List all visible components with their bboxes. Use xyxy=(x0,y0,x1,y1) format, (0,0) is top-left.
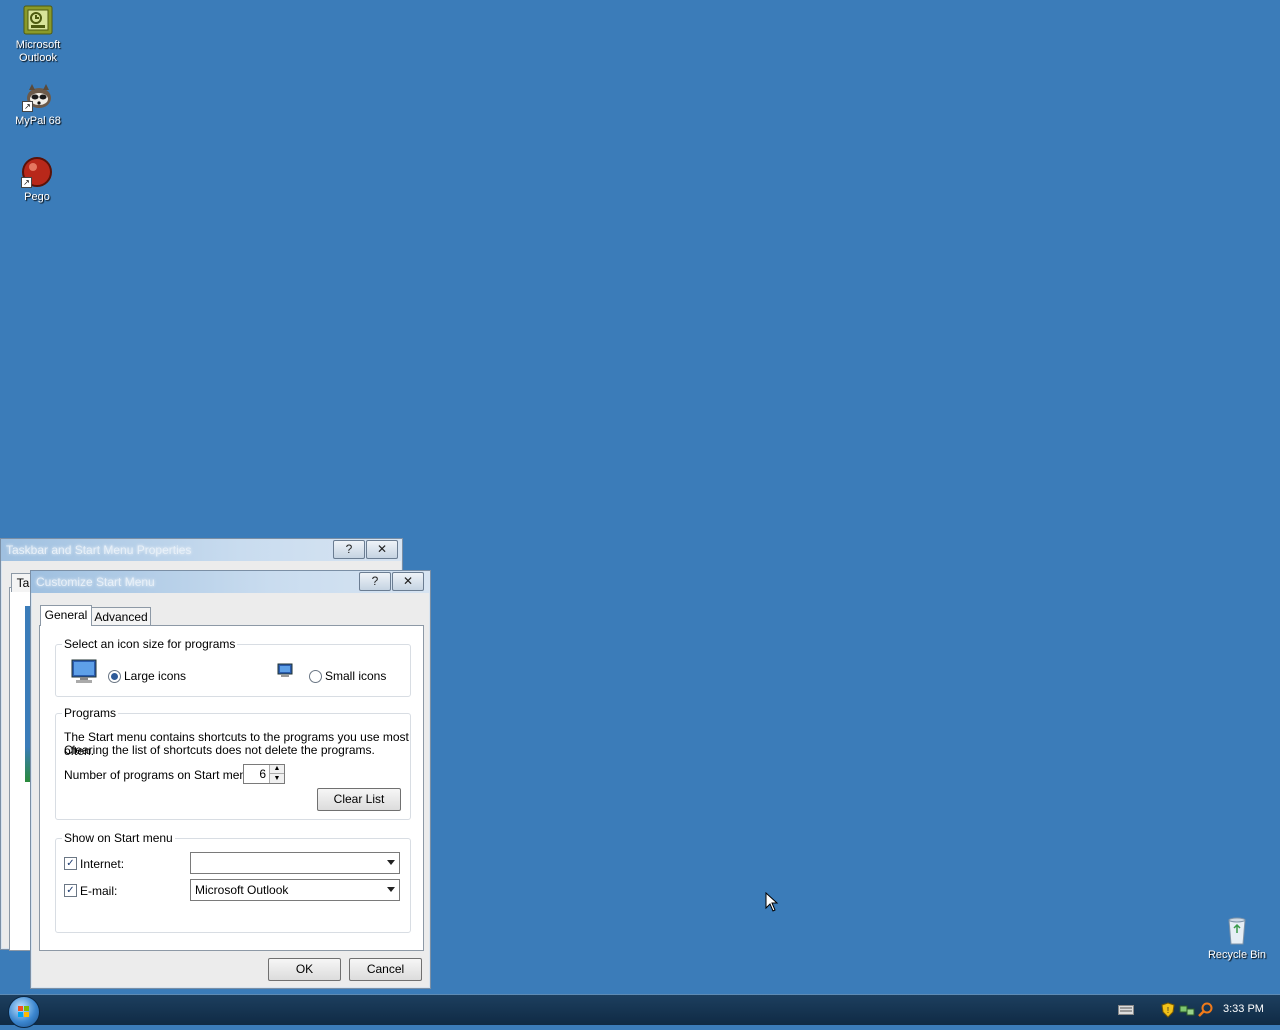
desktop-icon-mypal[interactable]: ↗ MyPal 68 xyxy=(0,80,76,128)
search-icon[interactable] xyxy=(1198,1002,1214,1021)
chevron-down-icon xyxy=(387,887,395,892)
large-icons-radio[interactable] xyxy=(108,670,121,683)
tab-advanced[interactable]: Advanced xyxy=(91,607,151,626)
internet-checkbox[interactable]: ✓ xyxy=(64,857,77,870)
recycle-bin-icon xyxy=(1221,914,1253,946)
group-label: Show on Start menu xyxy=(62,831,175,845)
small-icons-icon xyxy=(276,663,294,682)
desktop-icon-label: Recycle Bin xyxy=(1207,949,1267,961)
network-icon[interactable] xyxy=(1179,1002,1195,1021)
small-icons-radio[interactable] xyxy=(309,670,322,683)
start-button[interactable] xyxy=(8,996,40,1028)
shortcut-arrow-icon: ↗ xyxy=(21,177,32,188)
desktop-icon-outlook[interactable]: Microsoft Outlook xyxy=(0,4,76,65)
group-label: Programs xyxy=(62,706,119,720)
window-title: Taskbar and Start Menu Properties xyxy=(6,543,192,557)
mouse-cursor-icon xyxy=(765,891,779,915)
pego-icon: ↗ xyxy=(21,156,53,188)
cancel-button[interactable]: Cancel xyxy=(349,958,422,981)
clear-list-button[interactable]: Clear List xyxy=(317,788,401,811)
svg-text:!: ! xyxy=(1167,1006,1169,1015)
outlook-icon xyxy=(22,4,54,36)
programs-group: Programs The Start menu contains shortcu… xyxy=(55,706,411,820)
close-button[interactable]: ✕ xyxy=(392,572,424,591)
desktop-icon-label: Microsoft Outlook xyxy=(15,39,61,64)
desktop-icon-label: Pego xyxy=(24,191,50,203)
chevron-down-icon xyxy=(387,860,395,865)
small-icons-label: Small icons xyxy=(325,669,387,683)
program-count-value: 6 xyxy=(259,767,266,781)
clock[interactable]: 3:33 PM xyxy=(1223,1003,1264,1015)
email-dropdown[interactable]: Microsoft Outlook xyxy=(190,879,400,901)
shortcut-arrow-icon: ↗ xyxy=(22,101,33,112)
titlebar: Taskbar and Start Menu Properties ? ✕ xyxy=(1,539,402,561)
taskbar: ! 3:33 PM xyxy=(0,994,1280,1028)
general-tab-page: Select an icon size for programs Large i… xyxy=(39,625,424,951)
email-checkbox[interactable]: ✓ xyxy=(64,884,77,897)
icon-size-group: Select an icon size for programs Large i… xyxy=(55,637,411,697)
internet-label: Internet: xyxy=(80,857,125,871)
programs-description-line2: Clearing the list of shortcuts does not … xyxy=(64,743,375,757)
program-count-label: Number of programs on Start menu: xyxy=(64,768,257,782)
customize-start-menu-dialog: Customize Start Menu ? ✕ General Advance… xyxy=(30,570,431,989)
internet-dropdown[interactable] xyxy=(190,852,400,874)
help-button[interactable]: ? xyxy=(359,572,391,591)
desktop-icon-label: MyPal 68 xyxy=(15,115,61,127)
windows-logo-icon xyxy=(18,1006,29,1017)
program-count-spinner[interactable]: 6 ▲ ▼ xyxy=(243,764,285,784)
large-icons-icon xyxy=(68,659,100,688)
dialog-title: Customize Start Menu xyxy=(36,575,155,589)
mypal-raccoon-icon: ↗ xyxy=(22,80,54,112)
group-label: Select an icon size for programs xyxy=(62,637,238,651)
keyboard-icon[interactable] xyxy=(1118,1005,1134,1018)
email-value: Microsoft Outlook xyxy=(195,883,289,897)
help-button[interactable]: ? xyxy=(333,540,365,559)
titlebar: Customize Start Menu ? ✕ xyxy=(31,571,430,593)
spinner-down-button[interactable]: ▼ xyxy=(269,774,284,783)
show-on-start-group: Show on Start menu ✓ Internet: ✓ E-mail:… xyxy=(55,831,411,933)
tab-general[interactable]: General xyxy=(40,605,92,626)
security-shield-icon[interactable]: ! xyxy=(1161,1002,1175,1021)
close-button[interactable]: ✕ xyxy=(366,540,398,559)
desktop-icon-pego[interactable]: ↗ Pego xyxy=(0,156,75,204)
desktop-icon-recycle-bin[interactable]: Recycle Bin xyxy=(1199,914,1275,962)
email-label: E-mail: xyxy=(80,884,118,898)
large-icons-label: Large icons xyxy=(124,669,187,683)
ok-button[interactable]: OK xyxy=(268,958,341,981)
spinner-up-button[interactable]: ▲ xyxy=(269,765,284,774)
